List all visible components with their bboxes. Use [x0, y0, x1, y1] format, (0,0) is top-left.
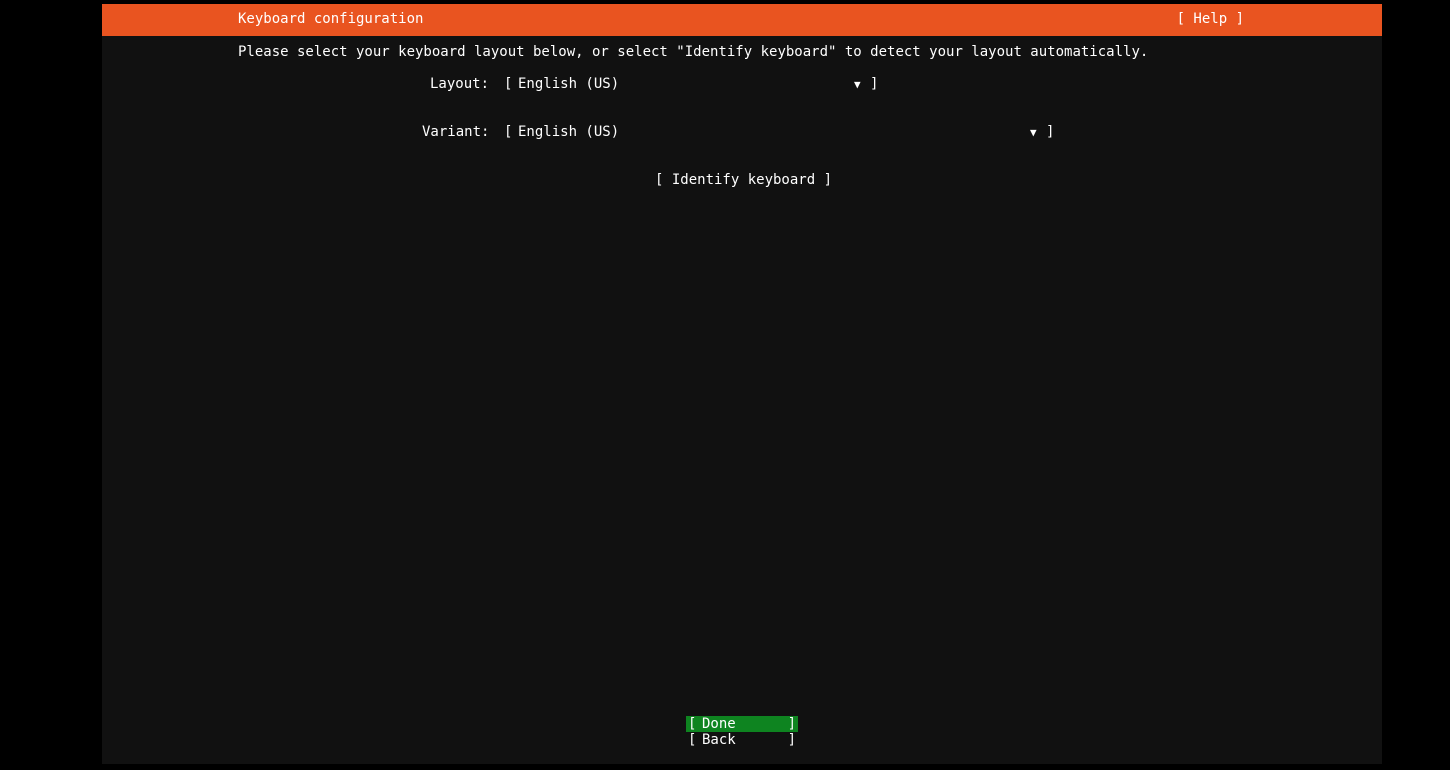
layout-select-value: English (US)	[518, 76, 620, 92]
help-button[interactable]: [ Help ]	[1177, 11, 1244, 27]
chevron-down-icon: ▼	[854, 78, 861, 91]
variant-label: Variant:	[422, 124, 490, 140]
page-title: Keyboard configuration	[238, 11, 424, 27]
done-button-right-bracket: ]	[787, 716, 796, 732]
back-button[interactable]: [ Back ]	[686, 732, 798, 748]
chevron-down-icon: ▼	[1030, 126, 1037, 139]
done-button-left-bracket: [	[688, 716, 697, 732]
back-button-right-bracket: ]	[787, 732, 796, 748]
done-button[interactable]: [ Done ]	[686, 716, 798, 732]
done-button-label: Done	[702, 716, 736, 732]
installer-screen: Keyboard configuration [ Help ] Please s…	[102, 4, 1382, 764]
layout-select[interactable]: [ English (US) ▼ ]	[504, 76, 880, 96]
variant-select[interactable]: [ English (US) ▼ ]	[504, 124, 1056, 144]
variant-select-value: English (US)	[518, 124, 620, 140]
variant-select-left-bracket: [	[504, 124, 513, 140]
layout-select-left-bracket: [	[504, 76, 513, 92]
back-button-left-bracket: [	[688, 732, 697, 748]
title-bar: Keyboard configuration [ Help ]	[102, 4, 1382, 36]
back-button-label: Back	[702, 732, 736, 748]
layout-label: Layout:	[430, 76, 490, 92]
identify-keyboard-button[interactable]: [ Identify keyboard ]	[655, 172, 832, 188]
variant-select-right-bracket: ]	[1046, 124, 1055, 140]
layout-select-right-bracket: ]	[870, 76, 879, 92]
instructions-text: Please select your keyboard layout below…	[238, 44, 1149, 60]
